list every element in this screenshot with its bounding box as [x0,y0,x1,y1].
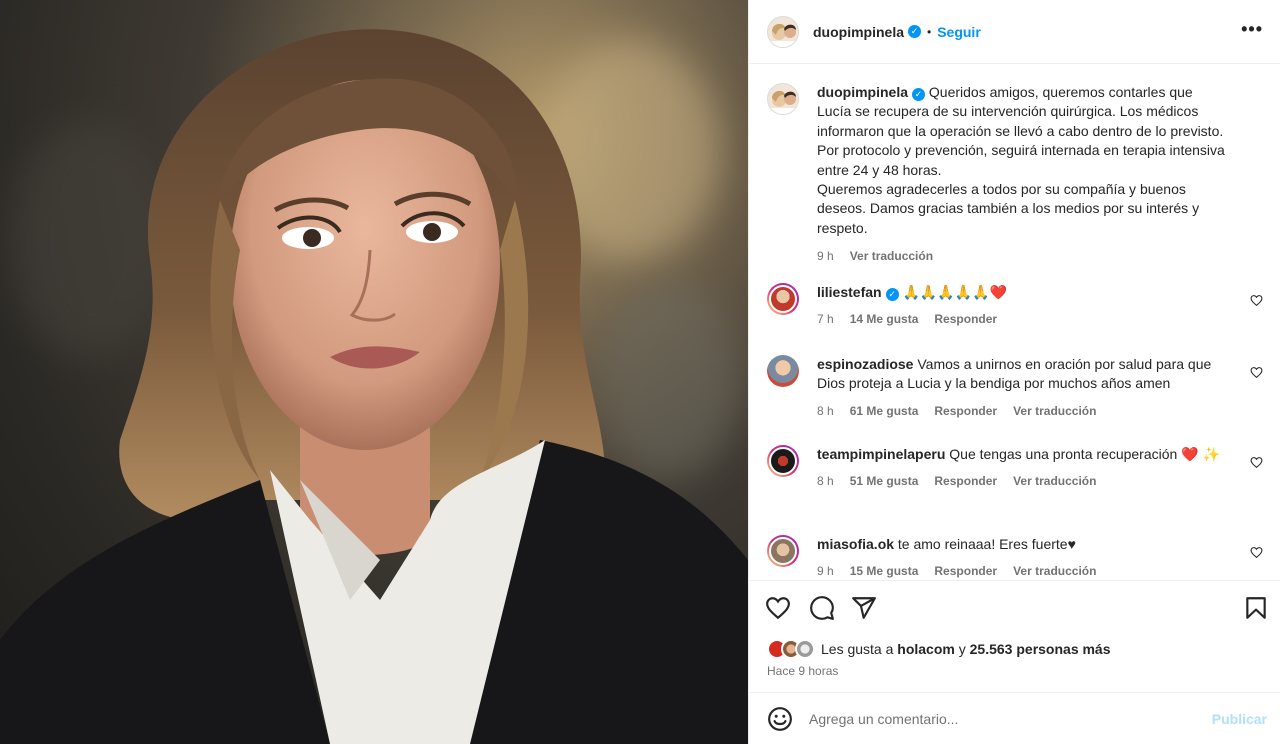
likes-summary[interactable]: Les gusta a holacom y 25.563 personas má… [767,639,1111,659]
comment-avatar[interactable] [767,535,799,567]
like-heart-icon[interactable] [765,595,791,621]
more-options-icon[interactable]: ••• [1241,20,1263,38]
likes-user[interactable]: holacom [897,641,955,657]
avatar-image [767,355,799,387]
likes-prefix: Les gusta a [821,641,894,657]
caption-avatar[interactable] [767,83,799,115]
comment-avatar[interactable] [767,283,799,315]
comment-input[interactable] [809,710,1189,727]
liker-avatar [795,639,815,659]
comment-username[interactable]: liliestefan [817,284,882,300]
likes-count[interactable]: 25.563 personas más [970,641,1111,657]
comment-text: 🙏🙏🙏🙏🙏❤️ [902,284,1008,300]
caption-username[interactable]: duopimpinela [817,84,908,100]
comment-text: te amo reinaaa! Eres fuerte♥ [897,536,1076,552]
follow-button[interactable]: Seguir [937,24,981,40]
comment-time[interactable]: 8 h [817,404,834,418]
comment-likes[interactable]: 14 Me gusta [850,312,919,326]
post-photo [0,0,748,744]
comment-username[interactable]: teampimpinelaperu [817,446,945,462]
comment-item: liliestefan ✓ 🙏🙏🙏🙏🙏❤️ 7 h 14 Me gusta Res… [767,283,1267,326]
verified-badge-icon: ✓ [908,25,921,38]
avatar-duo-image [770,90,798,114]
liker-avatars [767,639,815,659]
comment-username[interactable]: espinozadiose [817,356,913,372]
reply-button[interactable]: Responder [934,312,997,326]
like-comment-heart-icon[interactable] [1250,366,1263,379]
avatar-image [769,447,797,475]
verified-badge-icon: ✓ [885,288,899,301]
comments-list[interactable]: duopimpinela ✓ Queridos amigos, queremos … [749,65,1280,579]
portrait-illustration [0,29,748,744]
likes-connector: y [958,641,966,657]
comment-bubble-icon[interactable] [809,595,835,621]
comment-avatar[interactable] [767,355,799,387]
separator-dot: • [927,24,932,39]
emoji-smiley-icon[interactable] [767,706,793,732]
caption-time[interactable]: 9 h [817,249,834,263]
comment-item: espinozadiose Vamos a unirnos en oración… [767,355,1267,418]
comment-likes[interactable]: 51 Me gusta [850,474,919,488]
comment-avatar[interactable] [767,445,799,477]
comment-item: miasofia.ok te amo reinaaa! Eres fuerte♥… [767,535,1267,578]
comment-username[interactable]: miasofia.ok [817,536,894,552]
comment-time[interactable]: 9 h [817,564,834,578]
author-avatar[interactable] [767,15,799,48]
author-username[interactable]: duopimpinela [813,24,904,40]
avatar-duo-image [770,23,798,47]
translate-button[interactable]: Ver traducción [1013,564,1096,578]
comment-likes[interactable]: 61 Me gusta [850,404,919,418]
comment-time[interactable]: 8 h [817,474,834,488]
caption: duopimpinela ✓ Queridos amigos, queremos … [767,83,1267,263]
like-comment-heart-icon[interactable] [1250,456,1263,469]
comment-time[interactable]: 7 h [817,312,834,326]
comment-item: teampimpinelaperu Que tengas una pronta … [767,445,1267,488]
like-comment-heart-icon[interactable] [1250,294,1263,307]
post-side-panel: duopimpinela ✓ • Seguir ••• duopimpinela… [748,0,1280,744]
share-send-icon[interactable] [851,595,877,621]
avatar-image [769,285,797,313]
caption-translate[interactable]: Ver traducción [850,249,933,263]
verified-badge-icon: ✓ [912,88,925,101]
reply-button[interactable]: Responder [934,474,997,488]
post-header: duopimpinela ✓ • Seguir ••• [749,0,1280,64]
publish-button[interactable]: Publicar [1212,711,1267,727]
caption-text-2: Queremos agradecerles a todos por su com… [817,181,1200,236]
translate-button[interactable]: Ver traducción [1013,474,1096,488]
save-bookmark-icon[interactable] [1243,595,1269,621]
avatar-image [769,537,797,565]
post-timestamp[interactable]: Hace 9 horas [767,664,838,678]
comment-text: Que tengas una pronta recuperación ❤️ ✨ [949,446,1220,462]
comment-likes[interactable]: 15 Me gusta [850,564,919,578]
like-comment-heart-icon[interactable] [1250,546,1263,559]
translate-button[interactable]: Ver traducción [1013,404,1096,418]
comment-composer: Publicar [749,692,1280,744]
post-actions: Les gusta a holacom y 25.563 personas má… [749,580,1280,692]
reply-button[interactable]: Responder [934,564,997,578]
reply-button[interactable]: Responder [934,404,997,418]
